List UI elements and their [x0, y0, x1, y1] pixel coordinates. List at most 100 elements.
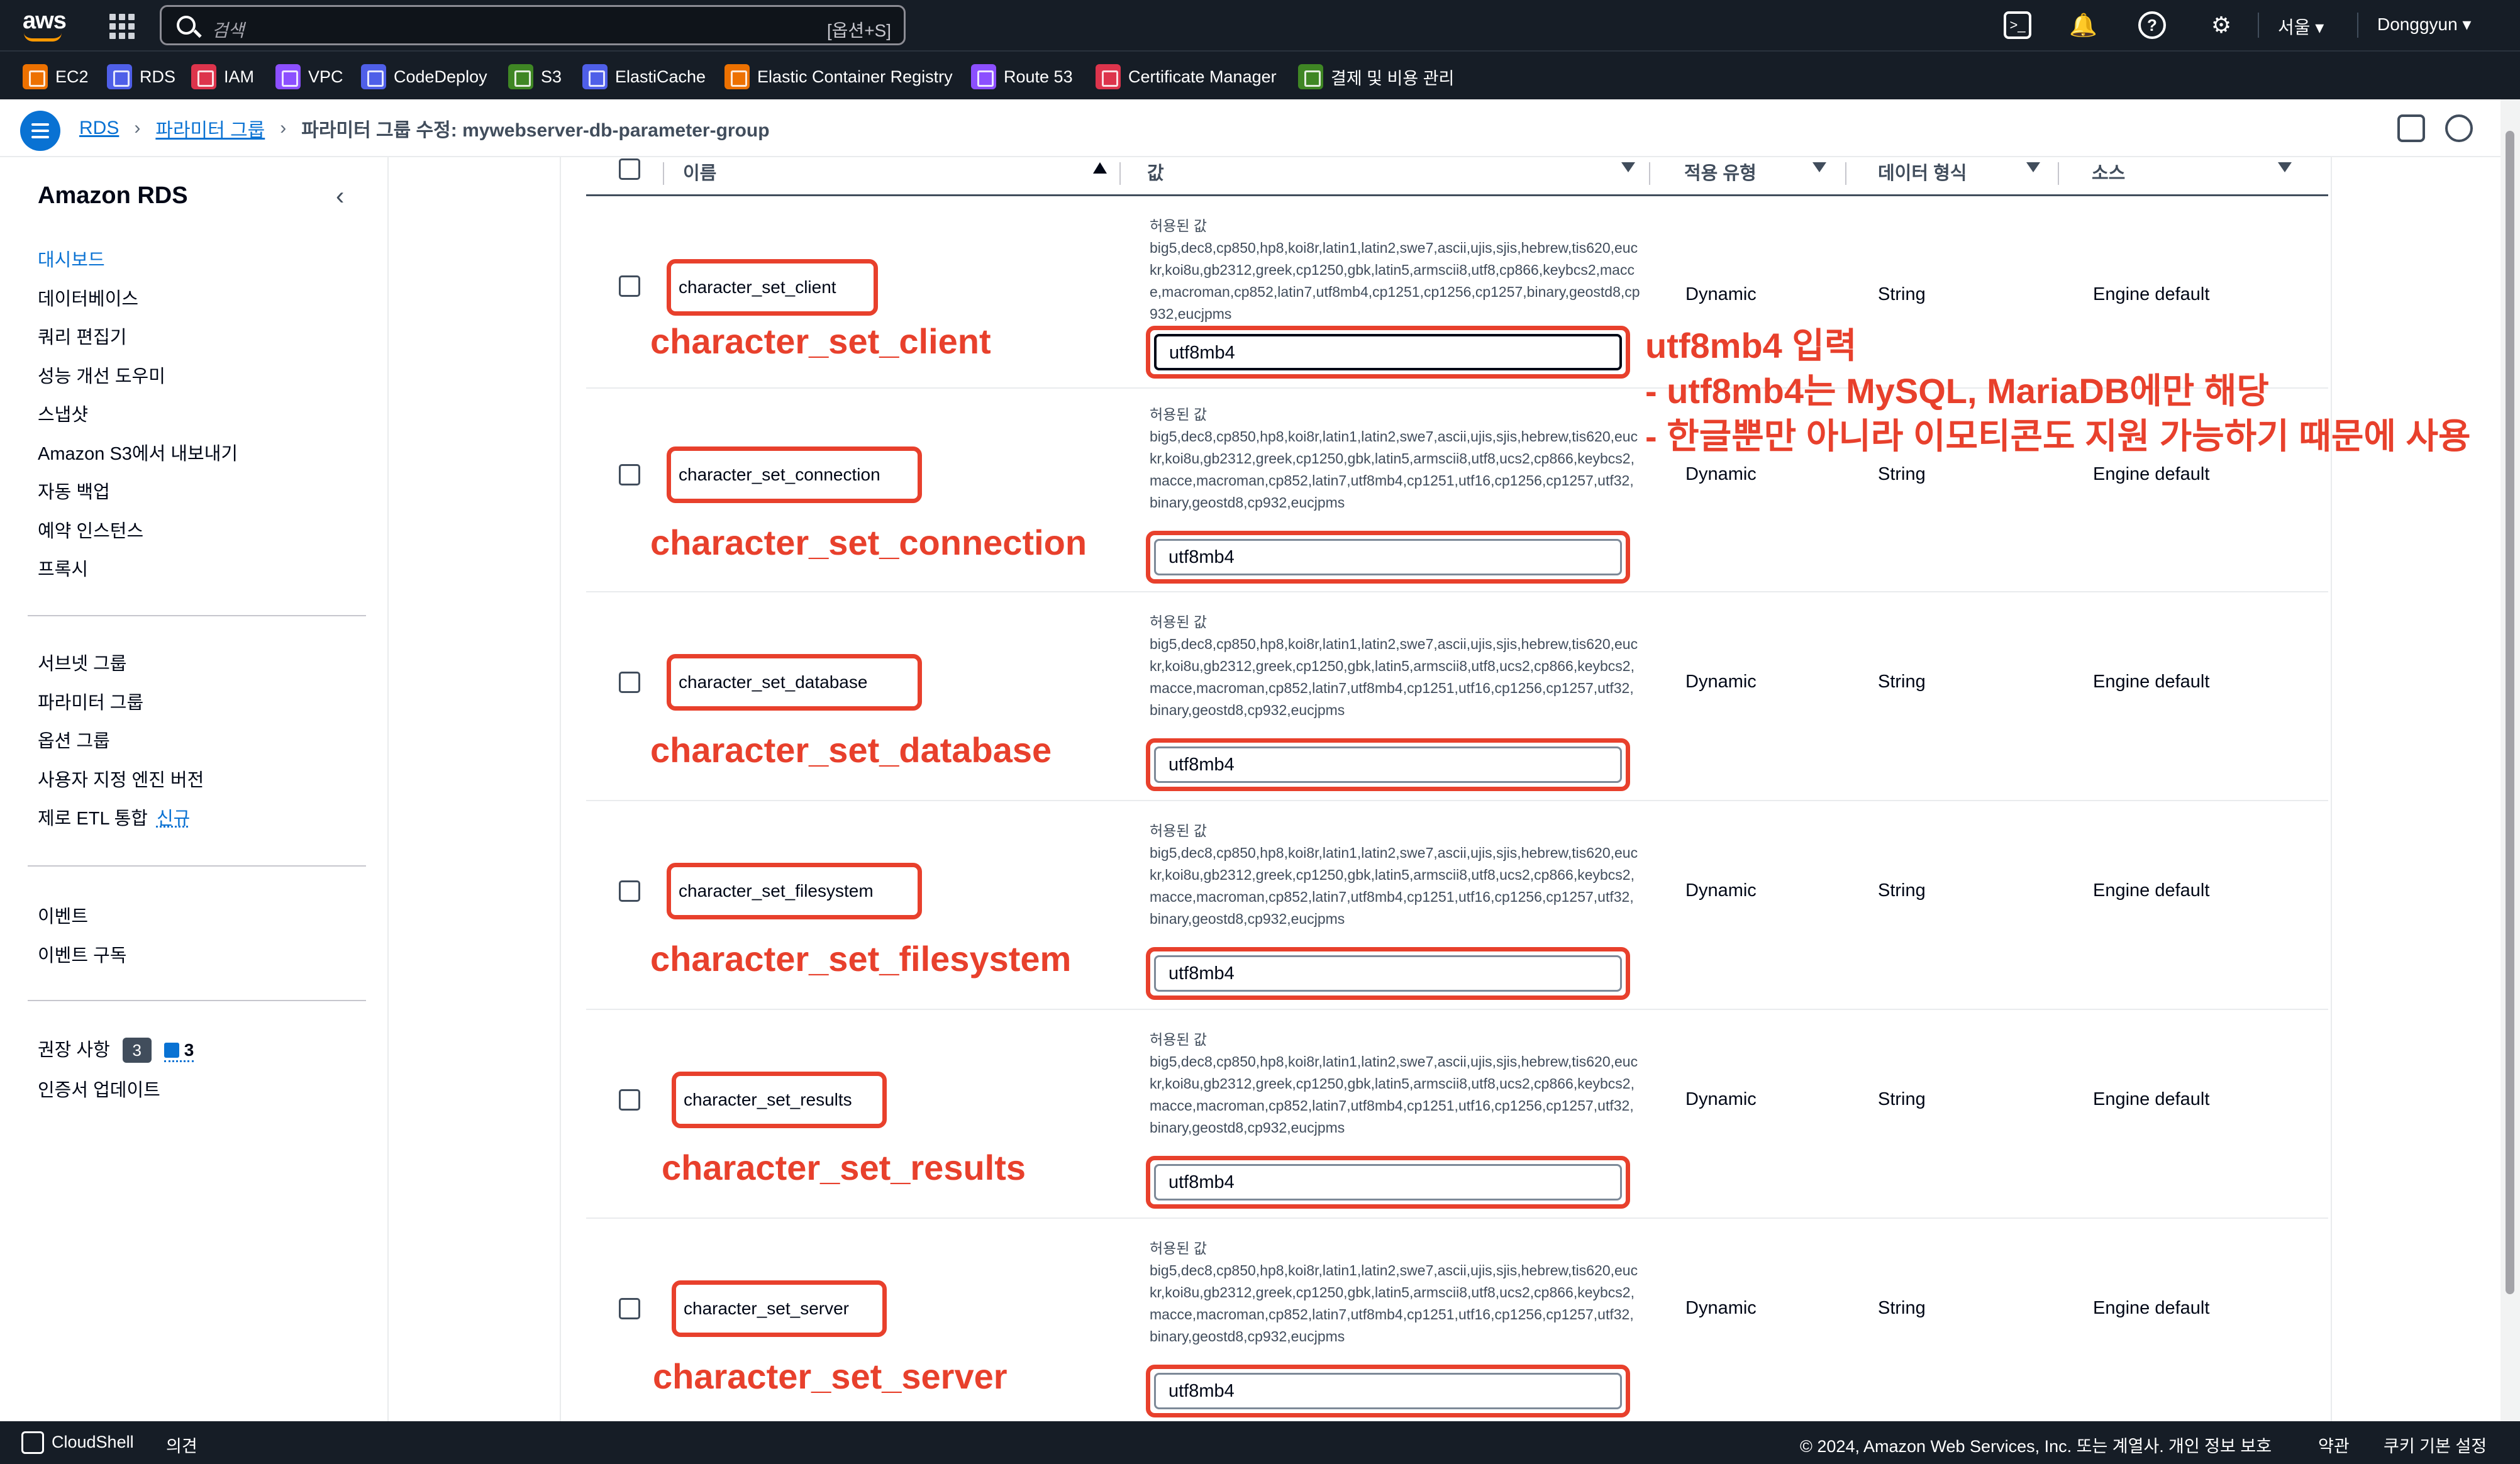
data-type: String: [1878, 672, 1926, 692]
gear-icon[interactable]: ⚙: [2207, 11, 2235, 39]
row-checkbox[interactable]: [619, 1298, 640, 1319]
favorite-2[interactable]: IAM: [191, 64, 254, 89]
footer-feedback[interactable]: 의견: [166, 1433, 197, 1457]
favorite-6[interactable]: ElastiCache: [582, 64, 706, 89]
sidebar-title: Amazon RDS: [38, 182, 188, 209]
side-nav-toggle[interactable]: [20, 111, 60, 151]
footer-privacy[interactable]: 개인 정보 보호: [2168, 1433, 2272, 1457]
parameter-name-annotation: character_set_client: [650, 321, 991, 361]
apply-type: Dynamic: [1685, 1089, 1757, 1109]
apply-type: Dynamic: [1685, 880, 1757, 901]
select-all-checkbox[interactable]: [619, 158, 640, 180]
sort-icon[interactable]: [1812, 162, 1826, 172]
value-input[interactable]: utf8mb4: [1154, 955, 1622, 992]
parameter-name-annotation: character_set_server: [653, 1356, 1007, 1396]
service-icon: [724, 64, 750, 89]
sidebar-item-g3-0[interactable]: 이벤트: [38, 902, 88, 928]
favorite-0[interactable]: EC2: [23, 64, 89, 89]
favorite-3[interactable]: VPC: [275, 64, 343, 89]
sidebar-item-g2-1[interactable]: 파라미터 그룹: [38, 688, 143, 714]
sidebar-divider: [28, 615, 366, 616]
allowed-values: 허용된 값 big5,dec8,cp850,hp8,koi8r,latin1,la…: [1150, 1029, 1640, 1139]
favorite-1[interactable]: RDS: [107, 64, 175, 89]
sidebar-item-g2-3[interactable]: 사용자 지정 엔진 버전: [38, 765, 204, 792]
favorite-10[interactable]: 결제 및 비용 관리: [1298, 64, 1454, 89]
sort-ascending-icon[interactable]: [1093, 162, 1107, 174]
footer-terms[interactable]: 약관: [2318, 1433, 2350, 1457]
sidebar-item-g2-4[interactable]: 제로 ETL 통합 신규: [38, 804, 190, 830]
sidebar-item-0[interactable]: 대시보드: [38, 245, 105, 272]
sidebar-item-g2-2[interactable]: 옵션 그룹: [38, 726, 110, 753]
sidebar-item-7[interactable]: 예약 인스턴스: [38, 516, 143, 543]
allowed-values-label: 허용된 값: [1150, 218, 1207, 234]
column-header-source[interactable]: 소스: [2092, 158, 2125, 185]
sort-icon[interactable]: [2026, 162, 2040, 172]
favorite-8[interactable]: Route 53: [971, 64, 1073, 89]
row-checkbox[interactable]: [619, 1089, 640, 1111]
chevron-left-icon[interactable]: ‹: [336, 182, 344, 211]
breadcrumb-rds[interactable]: RDS: [79, 118, 119, 139]
sidebar-item-cert-update[interactable]: 인증서 업데이트: [38, 1075, 160, 1102]
value-input[interactable]: utf8mb4: [1154, 746, 1622, 783]
cloudshell-icon[interactable]: >_: [2004, 11, 2031, 39]
annotation-line-1: utf8mb4 입력: [1645, 326, 1857, 365]
sidebar-item-recommendations[interactable]: 권장 사항 3 3: [38, 1035, 194, 1063]
sidebar-item-g3-1[interactable]: 이벤트 구독: [38, 941, 126, 967]
search-box[interactable]: 검색 [옵션+S]: [160, 5, 906, 45]
column-header-apply-type[interactable]: 적용 유형: [1684, 158, 1757, 185]
footer-cookies[interactable]: 쿠키 기본 설정: [2384, 1433, 2487, 1457]
sidebar-item-1[interactable]: 데이터베이스: [38, 284, 138, 311]
favorite-4[interactable]: CodeDeploy: [361, 64, 487, 89]
row-checkbox[interactable]: [619, 275, 640, 297]
sidebar-item-2[interactable]: 쿼리 편집기: [38, 323, 126, 349]
new-badge[interactable]: 신규: [157, 809, 190, 829]
parameter-name: character_set_filesystem: [667, 863, 922, 919]
service-icon: [23, 64, 48, 89]
cloudshell-icon[interactable]: [21, 1431, 44, 1454]
favorite-7[interactable]: Elastic Container Registry: [724, 64, 953, 89]
top-navigation: aws 검색 [옵션+S] >_ 🔔 ? ⚙ 서울 ▾ Donggyun ▾: [0, 0, 2520, 50]
value-input[interactable]: utf8mb4: [1154, 1373, 1622, 1409]
column-header-data-type[interactable]: 데이터 형식: [1878, 158, 1967, 185]
page-scrollbar[interactable]: [2501, 99, 2520, 1421]
annotation-line-3: - 한글뿐만 아니라 이모티콘도 지원 가능하기 때문에 사용: [1645, 416, 2471, 456]
account-menu[interactable]: Donggyun ▾: [2377, 14, 2472, 35]
value-input[interactable]: utf8mb4: [1154, 1164, 1622, 1201]
column-header-value[interactable]: 값: [1147, 158, 1164, 185]
parameter-name-text: character_set_filesystem: [679, 881, 874, 901]
favorite-label: Certificate Manager: [1128, 67, 1277, 86]
value-input[interactable]: utf8mb4: [1154, 539, 1622, 575]
aws-logo[interactable]: aws: [23, 8, 73, 43]
feedback-icon[interactable]: [2397, 114, 2425, 142]
sort-icon[interactable]: [2278, 162, 2292, 172]
parameter-name: character_set_results: [672, 1072, 887, 1128]
region-selector[interactable]: 서울 ▾: [2278, 14, 2324, 39]
services-grid-icon[interactable]: [109, 14, 135, 39]
column-header-name[interactable]: 이름: [683, 158, 716, 185]
help-icon[interactable]: ?: [2138, 11, 2166, 39]
row-checkbox[interactable]: [619, 880, 640, 902]
favorite-9[interactable]: Certificate Manager: [1096, 64, 1277, 89]
parameter-name-text: character_set_database: [679, 672, 868, 692]
parameter-name: character_set_database: [667, 654, 922, 711]
row-checkbox[interactable]: [619, 672, 640, 693]
sidebar-item-6[interactable]: 자동 백업: [38, 477, 110, 504]
row-checkbox[interactable]: [619, 464, 640, 485]
allowed-values-list: big5,dec8,cp850,hp8,koi8r,latin1,latin2,…: [1150, 240, 1640, 322]
sidebar-item-label: 제로 ETL 통합: [38, 809, 148, 829]
value-input[interactable]: utf8mb4: [1154, 334, 1622, 370]
favorite-label: ElastiCache: [615, 67, 706, 86]
recommendations-info-badge[interactable]: 3: [164, 1040, 194, 1062]
sort-icon[interactable]: [1621, 162, 1635, 172]
sidebar-item-8[interactable]: 프록시: [38, 555, 88, 581]
sidebar-item-g2-0[interactable]: 서브넷 그룹: [38, 649, 126, 675]
footer-cloudshell[interactable]: CloudShell: [52, 1433, 134, 1452]
apply-type: Dynamic: [1685, 284, 1757, 304]
sidebar-item-4[interactable]: 스냅샷: [38, 400, 88, 426]
sidebar-item-3[interactable]: 성능 개선 도우미: [38, 362, 165, 388]
sidebar-item-5[interactable]: Amazon S3에서 내보내기: [38, 439, 238, 465]
info-panel-icon[interactable]: [2445, 114, 2473, 142]
breadcrumb-parameter-groups[interactable]: 파라미터 그룹: [155, 114, 265, 142]
bell-icon[interactable]: 🔔: [2069, 11, 2097, 39]
favorite-5[interactable]: S3: [508, 64, 562, 89]
